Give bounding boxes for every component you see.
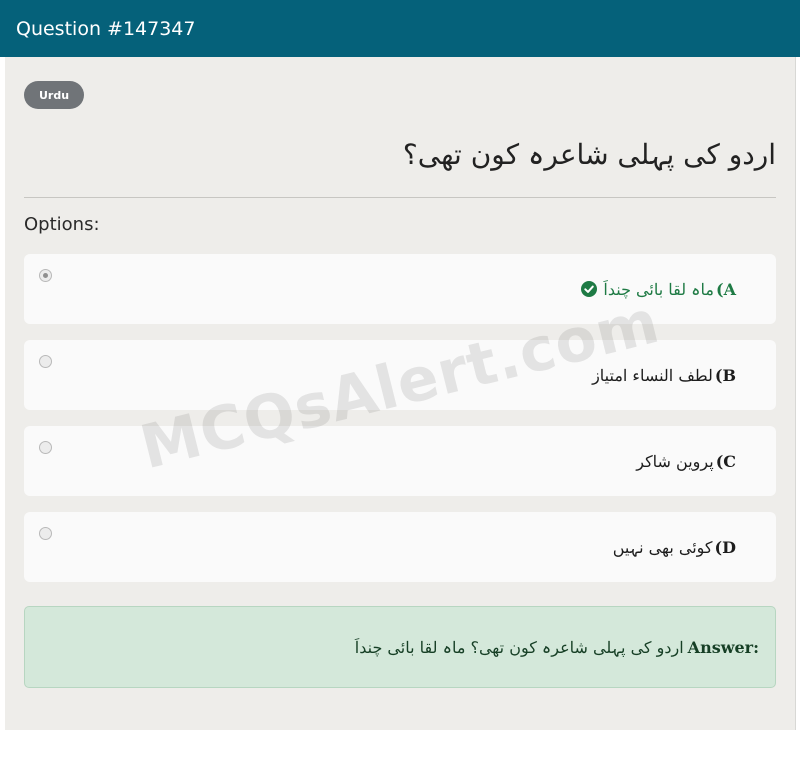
option-a-text: ماہ لقا بائی چنداَ	[603, 279, 714, 299]
check-circle-icon	[581, 281, 598, 297]
option-c[interactable]: C) پروین شاکر	[24, 426, 776, 496]
category-badge[interactable]: Urdu	[24, 81, 84, 109]
question-text: اردو کی پہلی شاعرہ کون تھی؟	[402, 138, 776, 171]
option-c-content: C) پروین شاکر	[636, 426, 736, 496]
question-number: Question #147347	[16, 17, 196, 40]
option-d-letter: D)	[714, 537, 736, 557]
option-a-radio[interactable]	[39, 269, 52, 282]
option-d-radio[interactable]	[39, 527, 52, 540]
question-header: Question #147347	[0, 0, 800, 57]
answer-label: Answer:	[687, 637, 759, 657]
option-a-letter: A)	[716, 279, 736, 299]
options-heading: Options:	[24, 214, 100, 235]
option-c-letter: C)	[715, 451, 736, 471]
option-a-content: A) ماہ لقا بائی چنداَ	[581, 254, 736, 324]
divider	[24, 197, 776, 198]
category-label: Urdu	[38, 88, 70, 102]
option-d-content: D) کوئی بھی نہیں	[613, 512, 736, 582]
option-d[interactable]: D) کوئی بھی نہیں	[24, 512, 776, 582]
option-a[interactable]: A) ماہ لقا بائی چنداَ	[24, 254, 776, 324]
option-b-text: لطف النساء امتیاز	[592, 365, 713, 385]
option-d-text: کوئی بھی نہیں	[612, 537, 713, 557]
option-b-content: B) لطف النساء امتیاز	[592, 340, 736, 410]
answer-box: Answer: اردو کی پہلی شاعرہ کون تھی؟ ماہ …	[24, 606, 776, 688]
option-b[interactable]: B) لطف النساء امتیاز	[24, 340, 776, 410]
option-c-radio[interactable]	[39, 441, 52, 454]
option-b-radio[interactable]	[39, 355, 52, 368]
option-b-letter: B)	[714, 365, 736, 385]
answer-content: Answer: اردو کی پہلی شاعرہ کون تھی؟ ماہ …	[355, 607, 759, 687]
option-c-text: پروین شاکر	[636, 451, 714, 471]
answer-text: اردو کی پہلی شاعرہ کون تھی؟ ماہ لقا بائی…	[354, 637, 684, 657]
